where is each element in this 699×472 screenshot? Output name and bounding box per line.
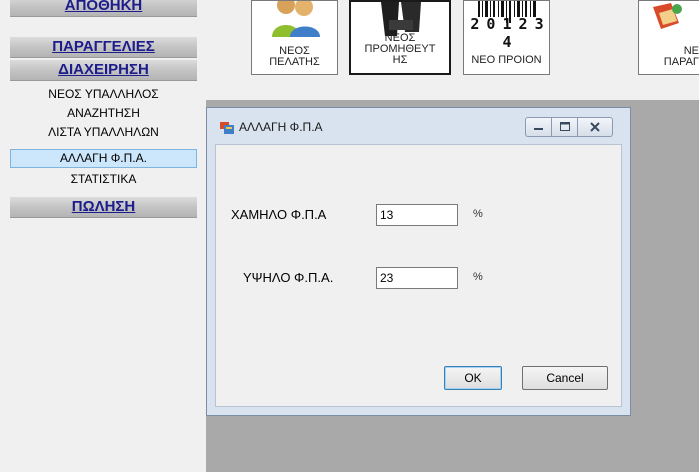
nav-item-statistics[interactable]: ΣΤΑΤΙΣΤΙΚΑ xyxy=(10,170,197,189)
nav-item-vat-change[interactable]: ΑΛΛΑΓΗ Φ.Π.Α. xyxy=(10,149,197,168)
low-vat-input[interactable] xyxy=(376,204,458,226)
toolbar: ΝΕΟΣ ΠΕΛΑΤΗΣ ΝΕΟΣ ΠΡΟΜΗΘΕΥΤ ΗΣ 2 0 1 2 3… xyxy=(206,0,699,100)
ok-button[interactable]: OK xyxy=(444,366,502,390)
low-vat-label: ΧΑΜΗΛΟ Φ.Π.Α xyxy=(231,207,327,222)
high-vat-percent: % xyxy=(473,271,483,283)
cancel-button[interactable]: Cancel xyxy=(522,366,608,390)
new-customer-label: ΝΕΟΣ ΠΕΛΑΤΗΣ xyxy=(269,45,320,68)
maximize-icon xyxy=(560,122,570,131)
close-icon xyxy=(590,122,600,132)
minimize-icon xyxy=(534,128,543,130)
dialog-client-area: ΧΑΜΗΛΟ Φ.Π.Α % ΥΨΗΛΟ Φ.Π.Α. % OK Cancel xyxy=(215,144,622,407)
new-product-button[interactable]: 2 0 1 2 3 4 ΝΕΟ ΠΡΟΙΟΝ xyxy=(463,0,550,75)
new-product-label: ΝΕΟ ΠΡΟΙΟΝ xyxy=(471,54,542,66)
sidebar: ΑΠΟΘΗΚΗ ΠΑΡΑΓΓΕΛΙΕΣ ΔΙΑΧΕΙΡΗΣΗ ΝΕΟΣ ΥΠΑΛ… xyxy=(0,0,206,472)
customers-icon xyxy=(272,1,320,37)
nav-item-employee-list[interactable]: ΛΙΣΤΑ ΥΠΑΛΛΗΛΩΝ xyxy=(10,123,197,142)
nav-item-new-employee[interactable]: ΝΕΟΣ ΥΠΑΛΛΗΛΟΣ xyxy=(10,85,197,104)
order-icon xyxy=(653,3,682,29)
nav-header-paraggelies[interactable]: ΠΑΡΑΓΓΕΛΙΕΣ xyxy=(10,37,197,58)
nav-header-apothiki[interactable]: ΑΠΟΘΗΚΗ xyxy=(10,0,197,17)
maximize-button[interactable] xyxy=(552,118,578,136)
nav-item-search[interactable]: ΑΝΑΖΗΤΗΣΗ xyxy=(10,104,197,123)
high-vat-label: ΥΨΗΛΟ Φ.Π.Α. xyxy=(243,270,334,285)
new-supplier-button[interactable]: ΝΕΟΣ ΠΡΟΜΗΘΕΥΤ ΗΣ xyxy=(349,0,451,75)
new-order-button[interactable]: ΝΕ ΠΑΡΑΓ xyxy=(638,0,699,75)
close-button[interactable] xyxy=(578,118,612,136)
low-vat-percent: % xyxy=(473,208,483,220)
new-order-label: ΝΕ ΠΑΡΑΓ xyxy=(663,45,699,68)
new-customer-button[interactable]: ΝΕΟΣ ΠΕΛΑΤΗΣ xyxy=(251,0,338,75)
form-icon xyxy=(220,122,234,134)
vat-change-dialog: ΑΛΛΑΓΗ Φ.Π.Α ΧΑΜΗΛΟ Φ.Π.Α % xyxy=(206,107,631,416)
dialog-titlebar[interactable]: ΑΛΛΑΓΗ Φ.Π.Α xyxy=(207,108,630,144)
window-controls xyxy=(525,117,613,137)
dialog-title: ΑΛΛΑΓΗ Φ.Π.Α xyxy=(239,120,323,134)
high-vat-input[interactable] xyxy=(376,267,458,289)
minimize-button[interactable] xyxy=(526,118,552,136)
new-supplier-label: ΝΕΟΣ ΠΡΟΜΗΘΕΥΤ ΗΣ xyxy=(364,32,436,66)
nav-header-diaxeirisi[interactable]: ΔΙΑΧΕΙΡΗΣΗ xyxy=(10,60,197,81)
supplier-icon xyxy=(381,2,421,36)
barcode-digits: 2 0 1 2 3 4 xyxy=(470,15,543,51)
nav-header-polisi[interactable]: ΠΩΛΗΣΗ xyxy=(10,197,197,218)
